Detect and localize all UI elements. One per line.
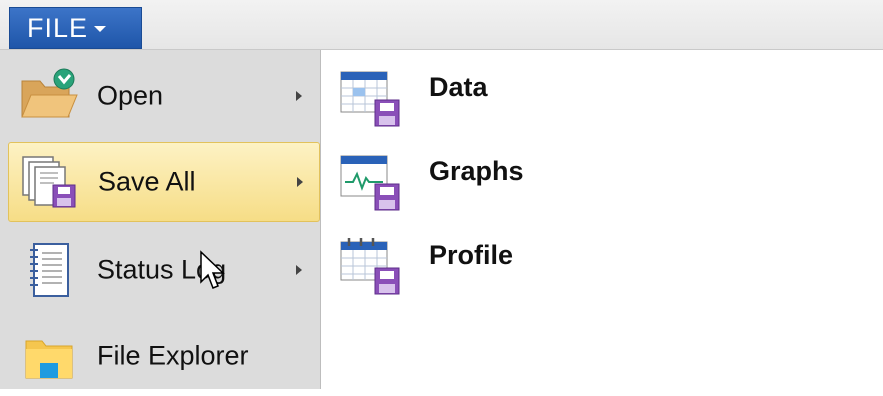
submenu-item-graphs[interactable]: Graphs [333,134,633,211]
mouse-cursor-icon [200,250,225,289]
menu-item-save-all[interactable]: Save All [8,142,320,222]
menu-item-status-log[interactable]: Status Log [8,230,320,310]
submenu-item-profile[interactable]: Profile [333,218,633,295]
submenu-arrow-icon [296,91,302,101]
save-all-submenu: Data Graphs Profile [321,50,883,389]
notepad-icon [30,243,69,297]
file-menu-label: FILE [27,12,89,43]
submenu-item-label: Data [429,72,488,102]
save-all-icon [22,156,76,208]
menu-item-open[interactable]: Open [8,56,320,136]
file-explorer-icon [25,340,73,379]
folder-open-icon [21,68,78,118]
file-menu-button[interactable]: FILE [9,7,142,49]
menu-item-file-explorer[interactable]: File Explorer [8,316,320,396]
menu-item-label: Save All [98,166,196,197]
submenu-arrow-icon [296,265,302,275]
menu-item-label: Open [97,80,164,111]
menu-bar: FILE [0,0,883,50]
graphs-save-icon [340,155,400,211]
profile-save-icon [340,238,400,295]
submenu-item-data[interactable]: Data [333,50,633,127]
submenu-item-label: Graphs [429,156,524,186]
menu-item-label: File Explorer [97,340,249,371]
file-menu-panel: Open Save All Status Log File Explorer [0,50,321,389]
submenu-item-label: Profile [429,240,514,270]
dropdown-caret-icon [94,26,107,32]
submenu-arrow-icon [297,177,303,187]
data-save-icon [340,71,400,127]
